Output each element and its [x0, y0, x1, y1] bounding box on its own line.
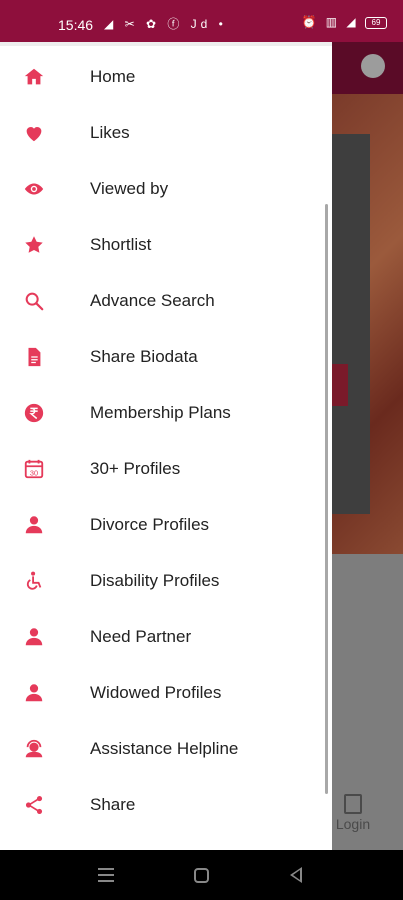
drawer-menu: Home Likes Viewed by Shortlist Advance Searc… [0, 49, 332, 833]
status-bar: 15:46 ◢ ✂ ✿ ⓕ Jd • ⏰ ▥ ◢ 69 [0, 0, 403, 42]
person-icon [0, 665, 90, 721]
status-time: 15:46 [58, 17, 94, 33]
recents-icon[interactable] [98, 868, 114, 882]
heart-icon [0, 105, 90, 161]
calendar-icon: 30 [0, 441, 90, 497]
menu-item-share-biodata[interactable]: Share Biodata [0, 329, 332, 385]
login-icon [344, 794, 362, 814]
menu-item-label: Membership Plans [90, 403, 231, 422]
menu-item-label: Disability Profiles [90, 571, 220, 590]
wheelchair-icon [0, 553, 90, 609]
battery-icon: 69 [365, 16, 387, 29]
notification-icons: ◢ ✂ ✿ ⓕ Jd • [104, 17, 227, 31]
menu-item-label: Share [90, 795, 136, 814]
menu-item-label: Likes [90, 123, 130, 142]
menu-item-assistance-helpline[interactable]: Assistance Helpline [0, 721, 332, 777]
eye-icon [0, 161, 90, 217]
rupee-icon [0, 385, 90, 441]
back-icon[interactable] [290, 867, 302, 883]
menu-item-likes[interactable]: Likes [0, 105, 332, 161]
menu-item-label: Need Partner [90, 627, 192, 646]
home-icon [0, 49, 90, 105]
person-icon [0, 609, 90, 665]
menu-item-30-profiles[interactable]: 30 30+ Profiles [0, 441, 332, 497]
menu-item-label: Share Biodata [90, 347, 198, 366]
menu-item-label: Advance Search [90, 291, 215, 310]
menu-item-home[interactable]: Home [0, 49, 332, 105]
document-icon [0, 329, 90, 385]
login-button: Login [333, 794, 373, 832]
menu-item-advance-search[interactable]: Advance Search [0, 273, 332, 329]
menu-item-label: Widowed Profiles [90, 683, 222, 702]
menu-item-viewed-by[interactable]: Viewed by [0, 161, 332, 217]
menu-item-need-partner[interactable]: Need Partner [0, 609, 332, 665]
profile-avatar-icon [361, 54, 385, 78]
menu-item-label: 30+ Profiles [90, 459, 181, 478]
menu-item-disability-profiles[interactable]: Disability Profiles [0, 553, 332, 609]
background-card-button [330, 364, 348, 406]
svg-text:30: 30 [30, 468, 38, 477]
menu-item-label: Home [90, 67, 136, 86]
search-icon [0, 273, 90, 329]
person-icon [0, 497, 90, 553]
menu-item-label: Divorce Profiles [90, 515, 210, 534]
system-status-icons: ⏰ ▥ ◢ [301, 15, 359, 29]
login-label: Login [335, 816, 371, 832]
menu-item-label: Assistance Helpline [90, 739, 239, 758]
menu-item-divorce-profiles[interactable]: Divorce Profiles [0, 497, 332, 553]
support-agent-icon [0, 721, 90, 777]
menu-item-label: Shortlist [90, 235, 152, 254]
menu-item-membership-plans[interactable]: Membership Plans [0, 385, 332, 441]
navigation-drawer: Home Likes Viewed by Shortlist Advance Searc… [0, 42, 332, 850]
background-card [330, 134, 370, 514]
system-navigation-bar [0, 850, 403, 900]
system-icons: ⏰ ▥ ◢ 69 [301, 15, 387, 29]
share-icon [0, 777, 90, 833]
drawer-scrollbar[interactable] [325, 204, 328, 794]
home-nav-icon[interactable] [194, 868, 209, 883]
menu-item-label: Viewed by [90, 179, 169, 198]
drawer-divider [0, 42, 332, 46]
star-icon [0, 217, 90, 273]
menu-item-widowed-profiles[interactable]: Widowed Profiles [0, 665, 332, 721]
menu-item-share[interactable]: Share [0, 777, 332, 833]
menu-item-shortlist[interactable]: Shortlist [0, 217, 332, 273]
